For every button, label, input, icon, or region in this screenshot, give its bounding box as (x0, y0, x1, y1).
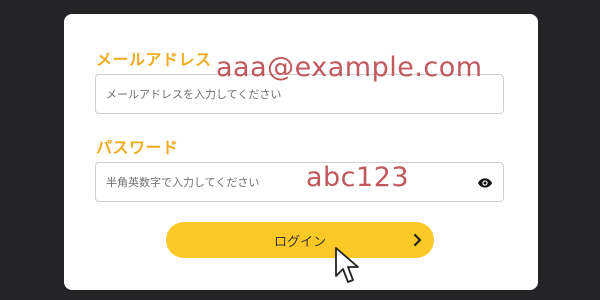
mouse-cursor-icon (335, 247, 359, 283)
password-field[interactable] (96, 163, 503, 201)
login-button[interactable]: ログイン (166, 222, 434, 258)
password-label: パスワード (96, 138, 179, 157)
password-annotation: abc123 (306, 162, 410, 193)
chevron-right-icon (413, 233, 422, 247)
email-annotation: aaa@example.com (216, 52, 483, 83)
login-button-label: ログイン (273, 235, 326, 250)
eye-icon[interactable] (477, 175, 493, 191)
email-label: メールアドレス (96, 50, 212, 69)
password-field-wrapper (95, 162, 504, 202)
